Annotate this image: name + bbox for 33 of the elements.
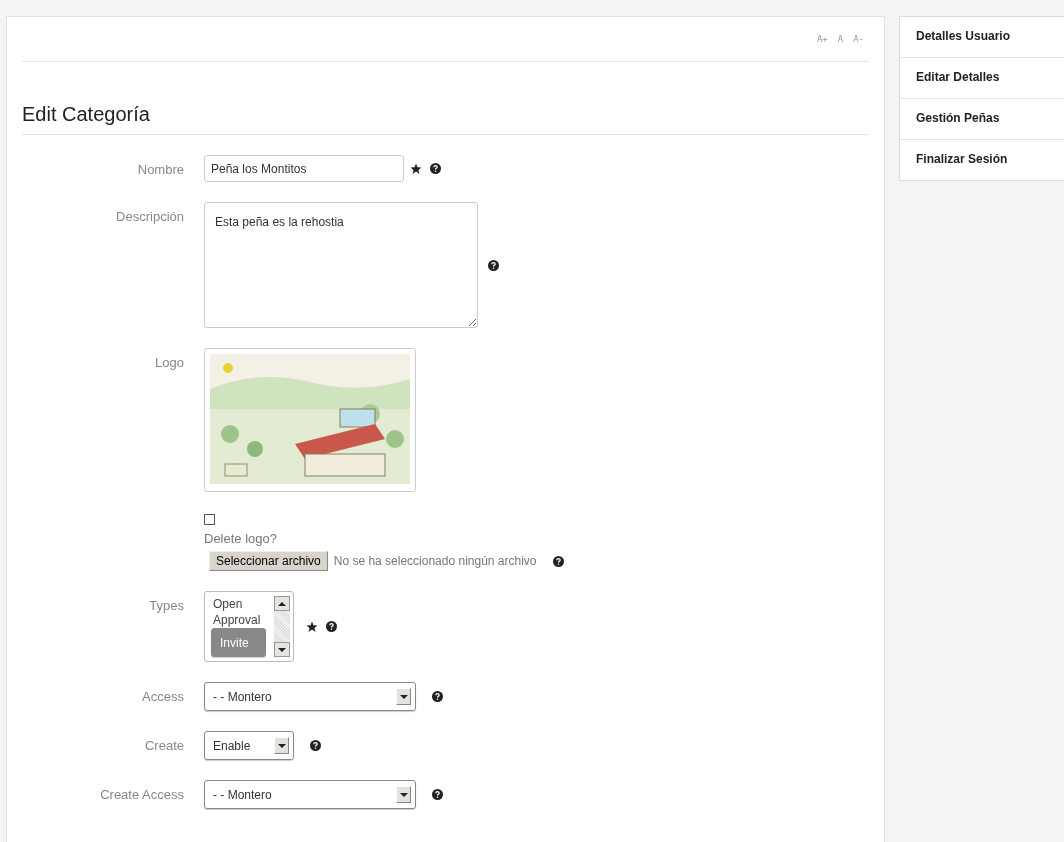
field-label: Create bbox=[143, 737, 185, 755]
field-label: Access bbox=[141, 688, 185, 706]
help-icon[interactable] bbox=[552, 555, 564, 567]
delete-logo-checkbox[interactable] bbox=[204, 514, 215, 525]
listbox-option[interactable]: Open bbox=[211, 596, 274, 612]
field-label: Create Access bbox=[99, 786, 185, 804]
sidebar-link[interactable]: Finalizar Sesión bbox=[900, 140, 1064, 180]
file-status-text: No se ha seleccionado ningún archivo bbox=[333, 554, 537, 568]
description-textarea[interactable]: Esta peña es la rehostia bbox=[204, 202, 478, 328]
field-label: Nombre bbox=[136, 161, 185, 179]
choose-file-button[interactable]: Seleccionar archivo bbox=[209, 551, 328, 571]
field-label: Logo bbox=[154, 354, 185, 372]
page-heading: Edit Categoría bbox=[22, 62, 869, 135]
listbox-option[interactable]: Approval bbox=[211, 612, 274, 628]
help-icon[interactable] bbox=[310, 740, 321, 751]
sidebar-link[interactable]: Detalles Usuario bbox=[900, 17, 1064, 58]
help-icon[interactable] bbox=[432, 789, 443, 800]
text-input[interactable]: Peña los Montitos bbox=[204, 155, 404, 182]
listbox-option[interactable]: Invite bbox=[211, 628, 266, 657]
sidebar-link[interactable]: Gestión Peñas bbox=[900, 99, 1064, 140]
sidebar-link[interactable]: Editar Detalles bbox=[900, 58, 1064, 99]
types-listbox[interactable]: Open Approval Invite bbox=[204, 591, 294, 662]
dropdown-select[interactable]: - - Montero bbox=[204, 682, 416, 711]
field-label: Descripción bbox=[115, 208, 185, 226]
dropdown-select[interactable]: Enable bbox=[204, 731, 294, 760]
help-icon[interactable] bbox=[432, 691, 443, 702]
checkbox-label: Delete logo? bbox=[204, 531, 277, 546]
help-icon[interactable] bbox=[326, 621, 337, 632]
help-icon[interactable] bbox=[430, 163, 441, 174]
scrollbar[interactable] bbox=[274, 596, 290, 657]
field-label: Types bbox=[148, 597, 185, 615]
dropdown-select[interactable]: - - Montero bbox=[204, 780, 416, 809]
help-icon[interactable] bbox=[488, 259, 499, 271]
